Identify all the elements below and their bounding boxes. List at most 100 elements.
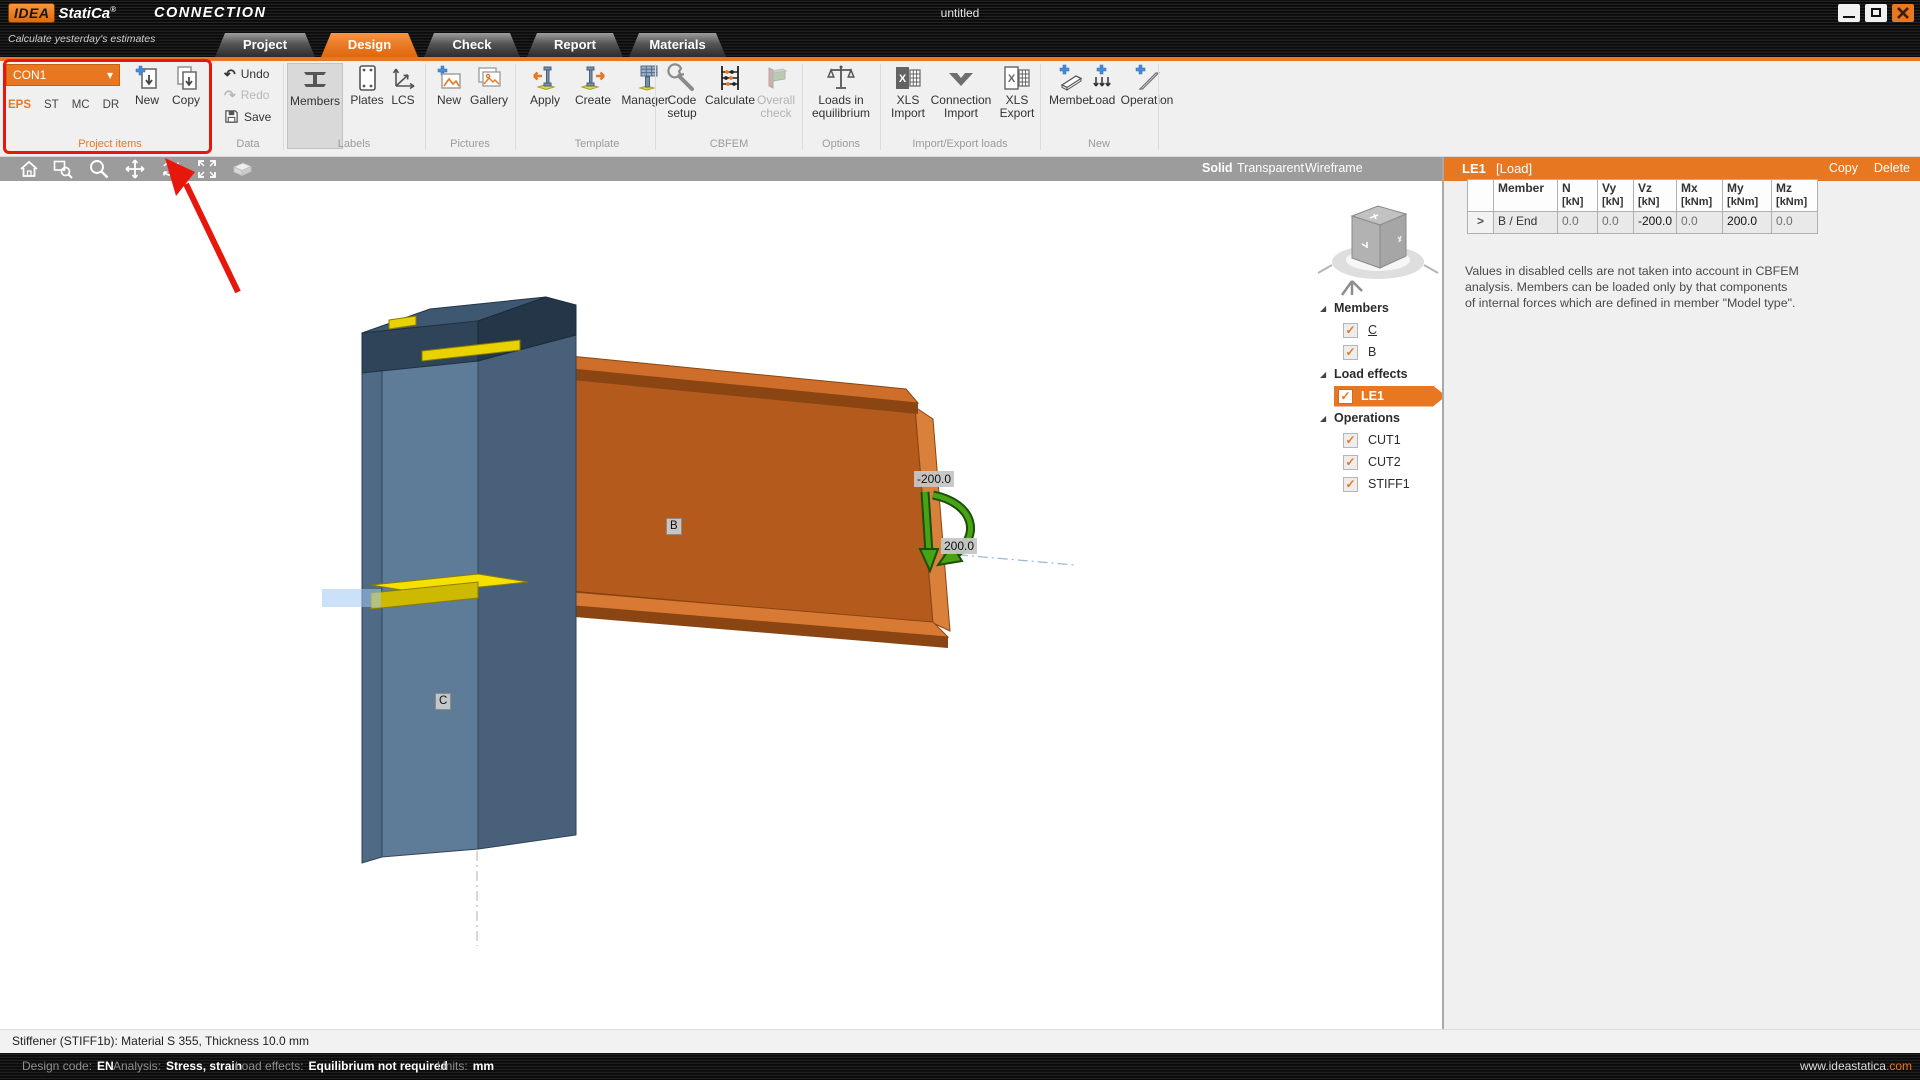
save-button[interactable]: Save: [224, 109, 271, 124]
svg-text:X: X: [1008, 73, 1016, 85]
tab-materials[interactable]: Materials: [629, 33, 726, 57]
tree-item-c[interactable]: ✓ C: [1316, 319, 1442, 341]
load-value-my: 200.0: [941, 538, 977, 554]
lcs-icon: [388, 63, 418, 93]
close-button[interactable]: [1892, 4, 1914, 22]
code-dr[interactable]: DR: [103, 99, 120, 111]
checkbox-checked-icon[interactable]: ✓: [1343, 345, 1358, 360]
view-mode-wireframe[interactable]: Wireframe: [1305, 161, 1363, 175]
beam-label[interactable]: B: [666, 518, 682, 535]
status-line: Stiffener (STIFF1b): Material S 355, Thi…: [0, 1029, 1920, 1053]
group-label-pictures: Pictures: [436, 138, 504, 150]
cell-my[interactable]: 200.0: [1723, 212, 1772, 234]
tab-project[interactable]: Project: [215, 33, 315, 57]
model-viewport[interactable]: B C -200.0 200.0 ◢ Members ✓ C ✓ B ◢ Loa…: [0, 181, 1442, 1029]
gallery-icon: [474, 63, 504, 93]
lcs-button[interactable]: LCS: [385, 63, 421, 149]
loads-in-equilibrium-button[interactable]: Loads in equilibrium: [806, 63, 876, 149]
new-project-item-button[interactable]: New: [128, 63, 166, 149]
collapse-icon[interactable]: ◢: [1320, 414, 1334, 423]
panel-subtitle: [Load]: [1496, 161, 1532, 176]
code-mc[interactable]: MC: [72, 99, 90, 111]
tree-group-operations[interactable]: ◢ Operations: [1316, 407, 1442, 429]
overall-check-button[interactable]: Overall check: [752, 63, 800, 149]
cell-mz: 0.0: [1772, 212, 1818, 234]
load-effects-status[interactable]: Load effects:Equilibrium not required: [235, 1059, 448, 1073]
zoom-window-icon[interactable]: [52, 158, 74, 180]
group-label-project-items: Project items: [40, 138, 180, 150]
pan-icon[interactable]: [124, 158, 146, 180]
tree-item-cut2[interactable]: ✓ CUT2: [1316, 451, 1442, 473]
header-member: Member: [1494, 180, 1558, 212]
code-setup-button[interactable]: Code setup: [660, 63, 704, 149]
tree-item-le1-selected[interactable]: ✓ LE1: [1316, 385, 1442, 407]
design-code-toggles: EPS ST MC DR: [8, 99, 119, 111]
cell-vz[interactable]: -200.0: [1634, 212, 1677, 234]
view-mode-transparent[interactable]: Transparent: [1237, 161, 1304, 175]
xls-export-icon: X: [1002, 63, 1032, 93]
calculate-button[interactable]: Calculate: [702, 63, 758, 149]
view-cube[interactable]: [1318, 206, 1438, 295]
copy-project-item-button[interactable]: Copy: [166, 63, 206, 149]
zoom-extents-icon[interactable]: [196, 158, 218, 180]
tab-design[interactable]: Design: [321, 33, 418, 57]
new-picture-button[interactable]: New: [429, 63, 469, 149]
tab-report[interactable]: Report: [527, 33, 623, 57]
row-selector[interactable]: >: [1468, 212, 1494, 234]
close-icon: [1896, 6, 1910, 20]
template-create-button[interactable]: Create: [570, 63, 616, 149]
tree-item-stiff1[interactable]: ✓ STIFF1: [1316, 473, 1442, 495]
checkbox-checked-icon[interactable]: ✓: [1338, 389, 1353, 404]
template-apply-button[interactable]: Apply: [522, 63, 568, 149]
redo-button[interactable]: ↷Redo: [224, 88, 269, 102]
home-view-icon[interactable]: [18, 158, 40, 180]
template-apply-icon: [530, 63, 560, 93]
column-label[interactable]: C: [435, 693, 451, 710]
new-load-icon: [1087, 63, 1117, 93]
undo-button[interactable]: ↶Undo: [224, 67, 269, 81]
selected-item-pennant[interactable]: ✓ LE1: [1334, 386, 1442, 407]
disabled-cells-note: Values in disabled cells are not taken i…: [1465, 263, 1801, 311]
viewport-toolbar: Solid Transparent Wireframe: [0, 157, 1442, 181]
checkbox-checked-icon[interactable]: ✓: [1343, 323, 1358, 338]
code-eps[interactable]: EPS: [8, 99, 31, 111]
panel-delete-button[interactable]: Delete: [1874, 161, 1910, 175]
collapse-icon[interactable]: ◢: [1320, 370, 1334, 379]
tab-check[interactable]: Check: [424, 33, 520, 57]
tree-item-cut1[interactable]: ✓ CUT1: [1316, 429, 1442, 451]
members-icon: [300, 64, 330, 94]
project-item-selector[interactable]: CON1 ▾: [6, 64, 120, 86]
code-st[interactable]: ST: [44, 99, 59, 111]
rotate-view-icon[interactable]: [160, 158, 182, 180]
units-status[interactable]: Units:mm: [437, 1059, 494, 1073]
website-link[interactable]: www.ideastatica.com: [1800, 1059, 1912, 1073]
load-table-row[interactable]: > B / End 0.0 0.0 -200.0 0.0 200.0 0.0: [1468, 212, 1818, 234]
checkbox-checked-icon[interactable]: ✓: [1343, 455, 1358, 470]
zoom-icon[interactable]: [88, 158, 110, 180]
minimize-button[interactable]: [1838, 4, 1860, 22]
view-mode-solid[interactable]: Solid: [1202, 161, 1233, 175]
new-operation-button[interactable]: Operation: [1116, 63, 1178, 149]
cell-member: B / End: [1494, 212, 1558, 234]
redo-icon: ↷: [224, 88, 236, 102]
members-button[interactable]: Members: [287, 63, 343, 149]
plates-button[interactable]: Plates: [345, 63, 389, 149]
header-vz: Vz[kN]: [1634, 180, 1677, 212]
maximize-button[interactable]: [1865, 4, 1887, 22]
checkbox-checked-icon[interactable]: ✓: [1343, 477, 1358, 492]
xls-export-button[interactable]: X XLS Export: [994, 63, 1040, 149]
connection-import-button[interactable]: Connection Import: [928, 63, 994, 149]
gallery-button[interactable]: Gallery: [465, 63, 513, 149]
solid-brick-icon[interactable]: [231, 158, 253, 180]
checkbox-checked-icon[interactable]: ✓: [1343, 433, 1358, 448]
panel-copy-button[interactable]: Copy: [1829, 161, 1858, 175]
tree-group-load-effects[interactable]: ◢ Load effects: [1316, 363, 1442, 385]
bottom-status-bar: Design code:EN Analysis:Stress, strain L…: [0, 1053, 1920, 1080]
xls-import-button[interactable]: X XLS Import: [884, 63, 932, 149]
tree-item-b[interactable]: ✓ B: [1316, 341, 1442, 363]
design-code-status[interactable]: Design code:EN: [22, 1059, 114, 1073]
group-label-template: Template: [560, 138, 634, 150]
collapse-icon[interactable]: ◢: [1320, 304, 1334, 313]
tree-group-members[interactable]: ◢ Members: [1316, 297, 1442, 319]
analysis-status[interactable]: Analysis:Stress, strain: [113, 1059, 242, 1073]
